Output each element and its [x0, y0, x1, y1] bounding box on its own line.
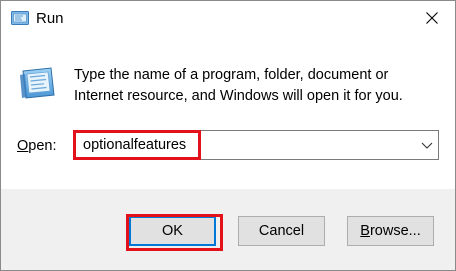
close-button[interactable] [409, 1, 455, 35]
open-label-accelerator: O [17, 138, 29, 154]
browse-button[interactable]: Browse... [347, 216, 434, 246]
chevron-down-icon[interactable] [420, 139, 434, 151]
open-combobox[interactable]: optionalfeatures [73, 130, 439, 160]
open-input[interactable]: optionalfeatures [83, 137, 186, 153]
open-label: Open: [17, 138, 57, 154]
run-app-icon [11, 11, 29, 25]
run-dialog-icon [20, 67, 55, 99]
dialog-description: Type the name of a program, folder, docu… [74, 67, 403, 104]
browse-accelerator: B [360, 223, 370, 239]
title-bar[interactable]: Run [1, 1, 455, 37]
open-label-text: pen: [28, 138, 57, 154]
browse-label: rowse... [369, 223, 421, 239]
close-icon [426, 12, 438, 24]
run-dialog: Run Type the name of a program, folder, … [0, 0, 456, 271]
ok-button[interactable]: OK [129, 216, 216, 246]
window-title: Run [36, 10, 64, 27]
button-bar: OK Cancel Browse... [1, 189, 455, 270]
dialog-content: Type the name of a program, folder, docu… [1, 37, 455, 189]
cancel-button[interactable]: Cancel [238, 216, 325, 246]
